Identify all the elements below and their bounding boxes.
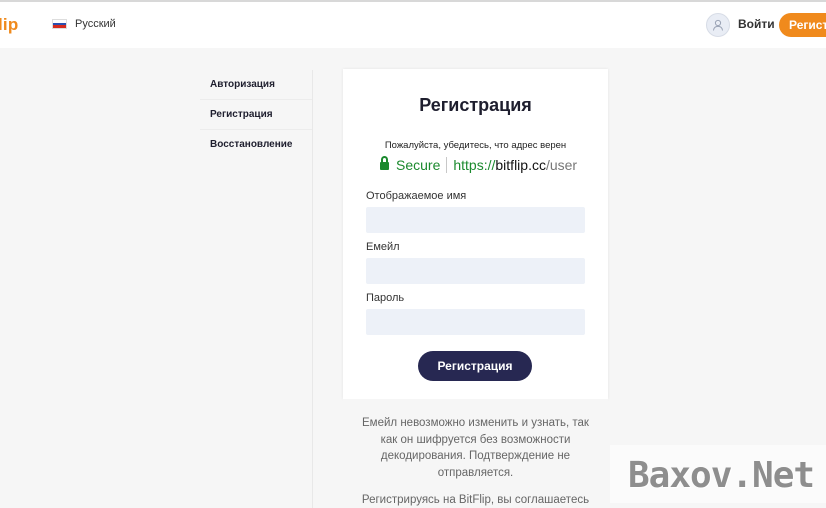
user-avatar-icon[interactable] <box>706 13 730 37</box>
password-label: Пароль <box>366 292 405 304</box>
page-title: Регистрация <box>419 95 532 115</box>
sidebar: Авторизация Регистрация Восстановление <box>200 70 312 160</box>
submit-registration-button[interactable]: Регистрация <box>418 351 532 381</box>
watermark-text: Baxov.Net <box>628 455 815 496</box>
logo[interactable]: lip <box>0 15 18 35</box>
url-path: /user <box>545 157 578 173</box>
url-scheme: https:// <box>453 157 496 173</box>
display-name-label: Отображаемое имя <box>366 190 467 202</box>
language-selector[interactable]: Русский <box>52 18 116 30</box>
address-divider <box>446 157 448 173</box>
language-label: Русский <box>75 18 116 30</box>
user-icon <box>713 19 723 31</box>
email-field[interactable] <box>366 258 585 284</box>
display-name-field[interactable] <box>366 207 585 233</box>
sidebar-item-login[interactable]: Авторизация <box>200 70 312 100</box>
url-host: bitflip.cc <box>495 157 546 173</box>
password-field[interactable] <box>366 309 585 335</box>
sidebar-item-recovery[interactable]: Восстановление <box>200 130 312 160</box>
sidebar-item-registration[interactable]: Регистрация <box>200 100 312 130</box>
top-bar: lip Русский Войти Регистрация <box>0 2 826 48</box>
russia-flag-icon <box>52 19 67 29</box>
email-info-text: Емейл невозможно изменить и узнать, так … <box>362 417 589 479</box>
secure-label: Secure <box>396 157 441 173</box>
sidebar-divider <box>312 70 313 508</box>
secure-address-bar: Secure https://bitflip.cc/user <box>380 156 578 173</box>
login-link[interactable]: Войти <box>738 17 775 31</box>
terms-text: Регистрируясь на BitFlip, вы соглашаетес… <box>361 494 590 506</box>
address-notice: Пожалуйста, убедитесь, что адрес верен <box>384 140 567 151</box>
email-label: Емейл <box>366 241 400 253</box>
register-button[interactable]: Регистрация <box>779 13 826 37</box>
lock-icon <box>380 156 389 170</box>
registration-card: Регистрация Пожалуйста, убедитесь, что а… <box>343 69 608 399</box>
watermark: Baxov.Net <box>610 445 826 503</box>
info-panel: Емейл невозможно изменить и узнать, так … <box>343 399 608 508</box>
